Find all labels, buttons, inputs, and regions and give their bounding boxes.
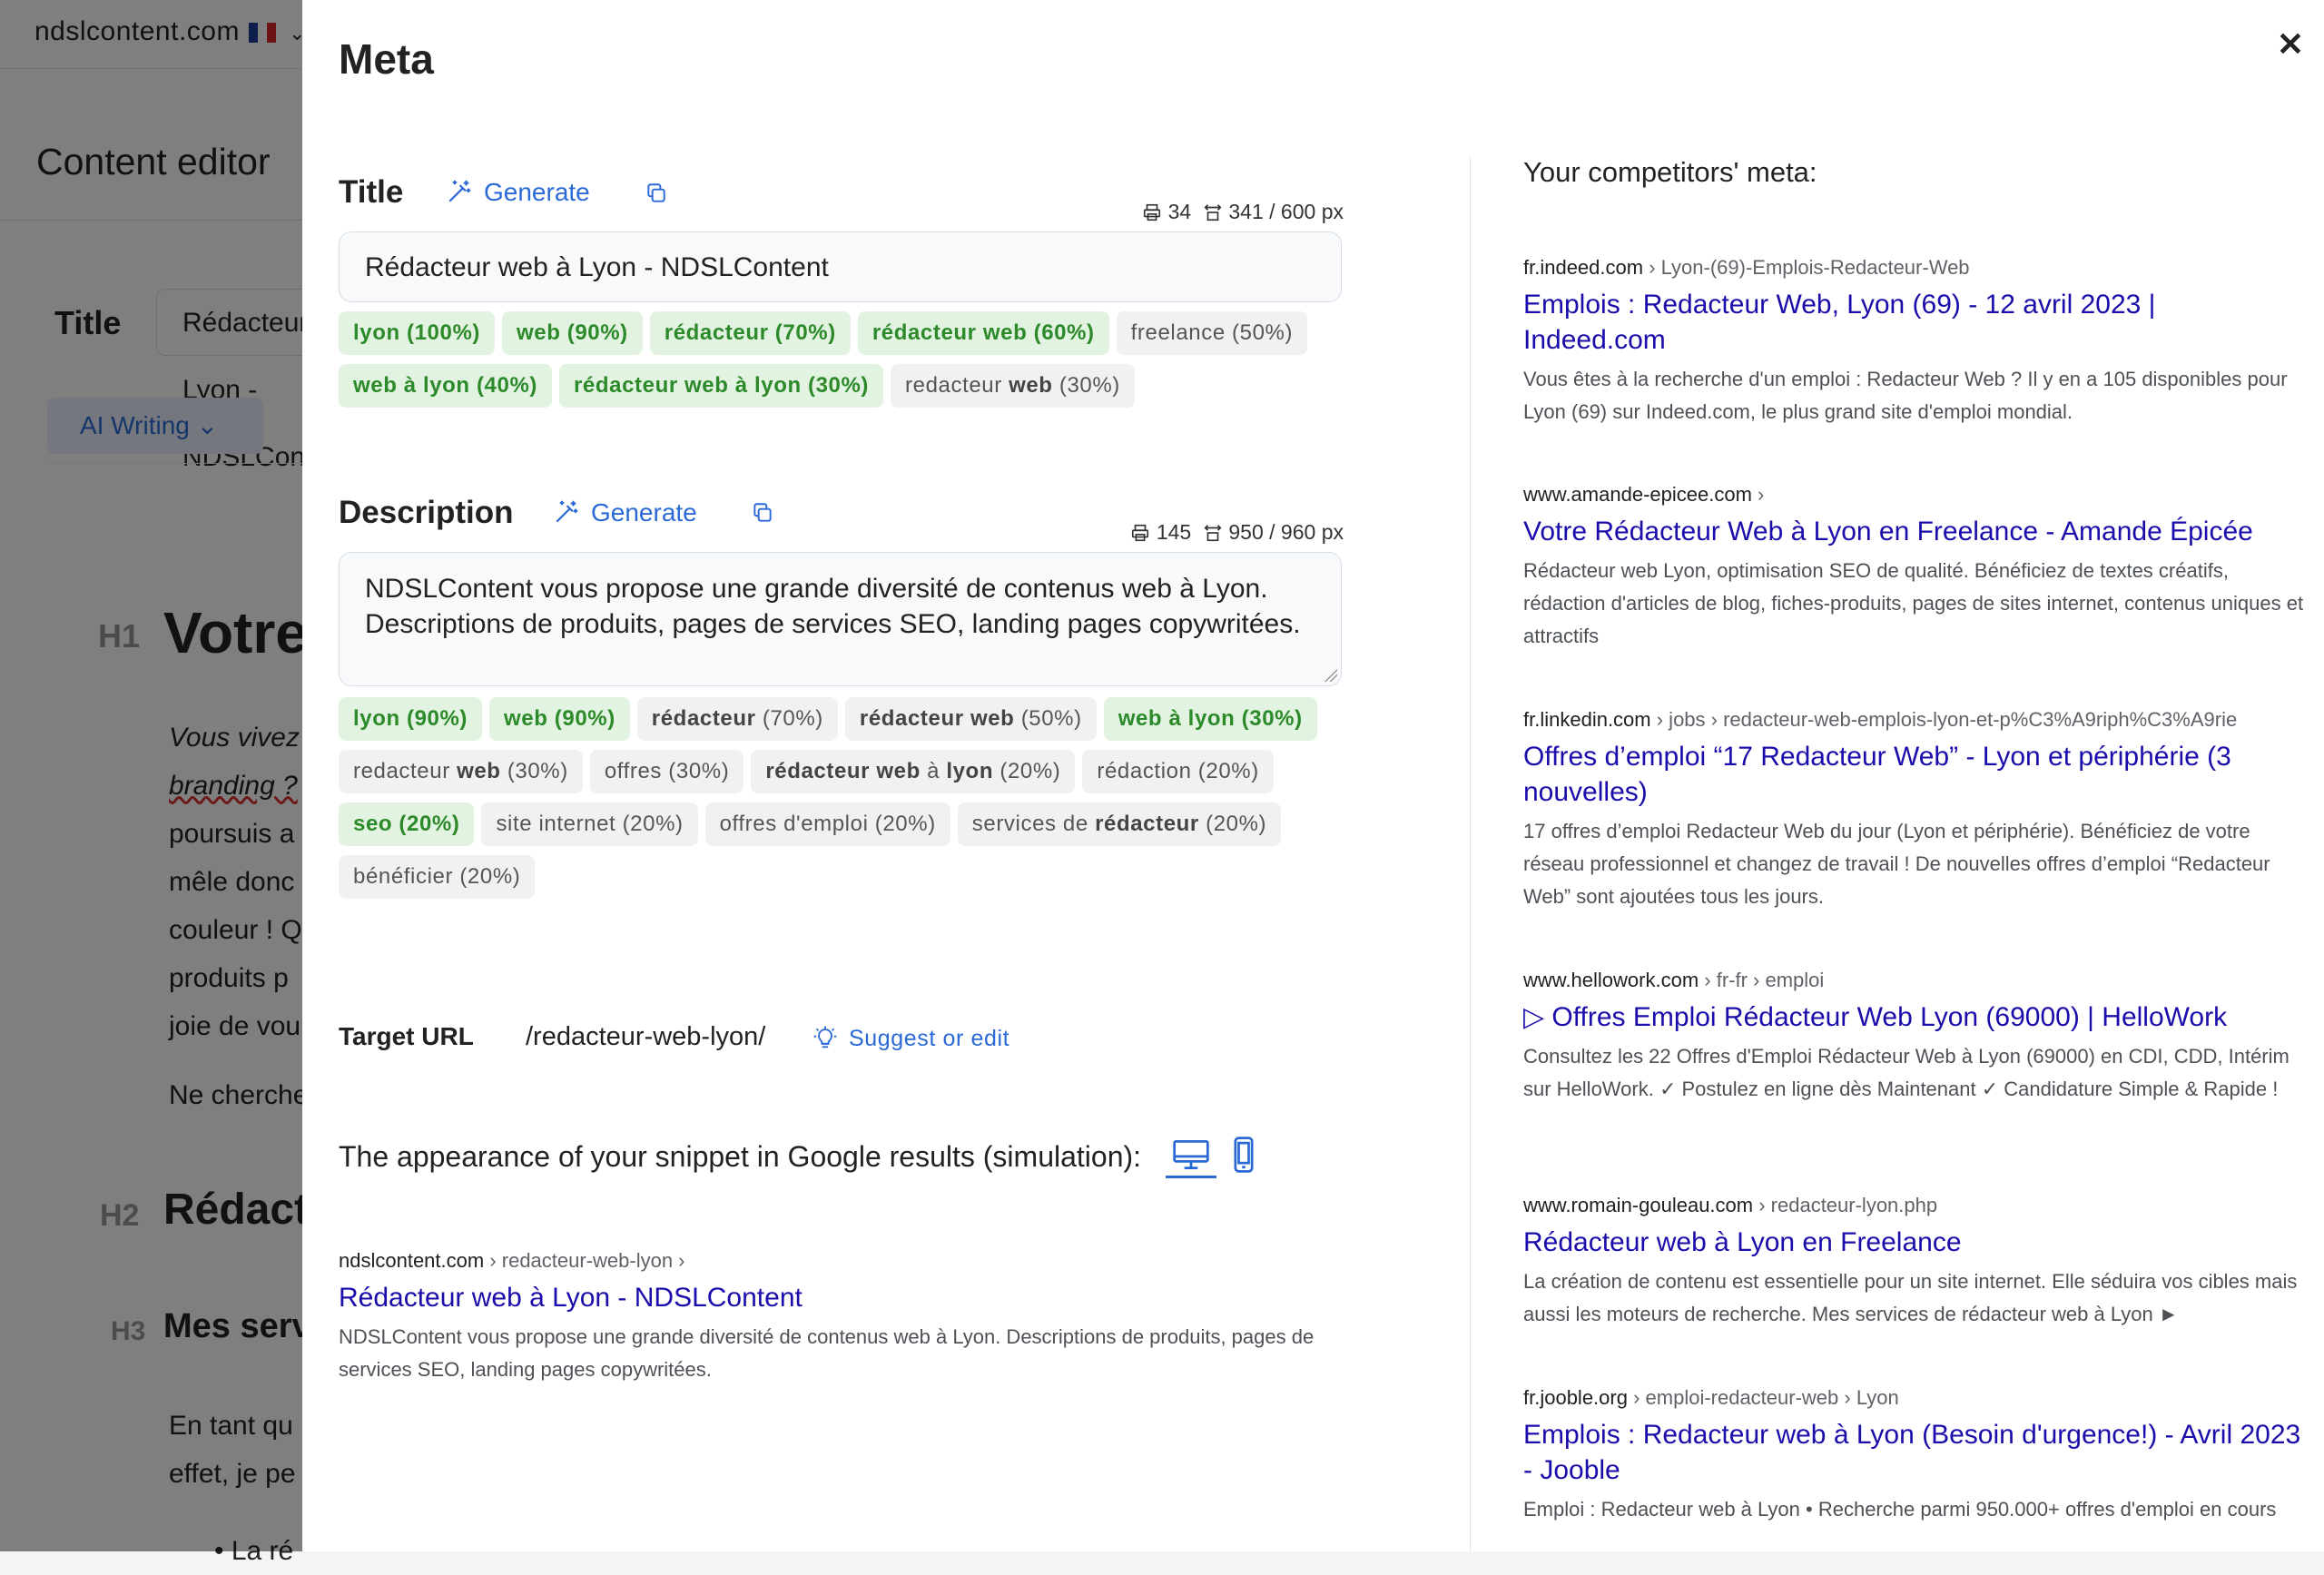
competitor-url: fr.jooble.org › emploi-redacteur-web › L… — [1523, 1386, 1899, 1409]
google-snippet-preview: ndslcontent.com › redacteur-web-lyon › R… — [339, 1247, 1364, 1386]
competitor-result: www.hellowork.com › fr-fr › emploi ▷ Off… — [1523, 967, 2304, 1106]
title-counter: 34 341 / 600 px — [1142, 200, 1344, 224]
lightbulb-icon — [813, 1026, 837, 1048]
magic-wand-icon — [448, 180, 471, 202]
keyword-tag: redacteur web (30%) — [339, 750, 583, 793]
keyword-tag: offres d'emploi (20%) — [704, 802, 950, 846]
suggest-or-edit-button[interactable]: Suggest or edit — [812, 1026, 1009, 1052]
competitor-result: www.romain-gouleau.com › redacteur-lyon.… — [1523, 1192, 2304, 1331]
copy-icon[interactable] — [645, 182, 668, 205]
keyword-tag: web (90%) — [489, 697, 630, 741]
keyword-tag: rédaction (20%) — [1082, 750, 1274, 793]
snippet-description: NDSLContent vous propose une grande dive… — [339, 1325, 1315, 1381]
competitor-result: fr.indeed.com › Lyon-(69)-Emplois-Redact… — [1523, 254, 2304, 428]
keyword-tag: services de rédacteur (20%) — [957, 802, 1282, 846]
competitor-title[interactable]: Votre Rédacteur Web à Lyon en Freelance … — [1523, 514, 2304, 549]
printer-icon — [1144, 203, 1161, 221]
generate-label: Generate — [484, 178, 590, 206]
competitor-title[interactable]: Rédacteur web à Lyon en Freelance — [1523, 1225, 2304, 1260]
keyword-tag: bénéficier (20%) — [339, 855, 536, 899]
keyword-tag: offres (30%) — [589, 750, 744, 793]
width-icon — [1204, 525, 1222, 542]
competitor-description: Consultez les 22 Offres d'Emploi Rédacte… — [1523, 1045, 2290, 1100]
meta-editor-column: Title Generate 34 341 / 600 px Rédacteur… — [302, 0, 1355, 1551]
selected-device-indicator — [1166, 1176, 1216, 1178]
keyword-tag: rédacteur web à lyon (30%) — [558, 364, 884, 408]
char-count: 145 — [1156, 520, 1192, 544]
competitor-description: 17 offres d’emploi Redacteur Web du jour… — [1523, 820, 2270, 908]
keyword-tag: redacteur web (30%) — [891, 364, 1135, 408]
keyword-tag: rédacteur (70%) — [636, 697, 838, 741]
desktop-icon[interactable] — [1171, 1135, 1211, 1175]
meta-modal: Meta ✕ Title Generate 34 341 / 600 px Ré… — [302, 0, 2324, 1551]
description-counter: 145 950 / 960 px — [1130, 520, 1344, 545]
width-icon — [1204, 204, 1222, 221]
generate-title-button[interactable]: Generate — [446, 178, 590, 207]
competitor-url: www.romain-gouleau.com › redacteur-lyon.… — [1523, 1194, 1938, 1216]
competitor-title[interactable]: ▷ Offres Emploi Rédacteur Web Lyon (6900… — [1523, 999, 2304, 1035]
competitor-url: www.hellowork.com › fr-fr › emploi — [1523, 969, 1825, 991]
keyword-tag: web à lyon (40%) — [339, 364, 552, 408]
suggest-label: Suggest or edit — [849, 1026, 1010, 1051]
keyword-tag: freelance (50%) — [1116, 311, 1308, 355]
description-keyword-tags: lyon (90%) web (90%) rédacteur (70%) réd… — [339, 697, 1355, 899]
keyword-tag: rédacteur web à lyon (20%) — [751, 750, 1076, 793]
generate-label: Generate — [591, 498, 697, 527]
competitor-url: www.amande-epicee.com › — [1523, 483, 1765, 506]
competitor-title[interactable]: Offres d’emploi “17 Redacteur Web” - Lyo… — [1523, 739, 2304, 810]
competitors-heading: Your competitors' meta: — [1523, 156, 1817, 188]
title-section-label: Title — [339, 174, 404, 210]
competitor-result: fr.jooble.org › emploi-redacteur-web › L… — [1523, 1384, 2304, 1526]
keyword-tag: rédacteur (70%) — [649, 311, 851, 355]
px-count: 950 / 960 px — [1228, 520, 1344, 544]
snippet-url: ndslcontent.com › redacteur-web-lyon › — [339, 1249, 685, 1272]
keyword-tag: rédacteur web (50%) — [844, 697, 1097, 741]
competitor-url: fr.linkedin.com › jobs › redacteur-web-e… — [1523, 708, 2238, 731]
competitor-description: La création de contenu est essentielle p… — [1523, 1270, 2298, 1325]
target-url-value: /redacteur-web-lyon/ — [526, 1022, 766, 1051]
close-icon[interactable]: ✕ — [2277, 25, 2304, 64]
competitor-title[interactable]: Emplois : Redacteur Web, Lyon (69) - 12 … — [1523, 287, 2304, 358]
description-text: NDSLContent vous propose une grande dive… — [365, 574, 1301, 639]
resize-handle-icon[interactable] — [1323, 667, 1337, 682]
description-section-label: Description — [339, 495, 514, 530]
competitor-description: Rédacteur web Lyon, optimisation SEO de … — [1523, 559, 2304, 647]
copy-icon[interactable] — [751, 501, 774, 525]
px-count: 341 / 600 px — [1228, 200, 1344, 223]
competitor-description: Emploi : Redacteur web à Lyon • Recherch… — [1523, 1498, 2277, 1521]
keyword-tag: lyon (90%) — [339, 697, 483, 741]
keyword-tag: web (90%) — [501, 311, 643, 355]
keyword-tag: rédacteur web (60%) — [857, 311, 1109, 355]
competitor-result: www.amande-epicee.com › Votre Rédacteur … — [1523, 481, 2304, 653]
competitor-title[interactable]: Emplois : Redacteur web à Lyon (Besoin d… — [1523, 1417, 2304, 1488]
mobile-icon[interactable] — [1224, 1135, 1264, 1175]
title-keyword-tags: lyon (100%) web (90%) rédacteur (70%) ré… — [339, 311, 1355, 408]
keyword-tag: site internet (20%) — [481, 802, 698, 846]
competitor-url: fr.indeed.com › Lyon-(69)-Emplois-Redact… — [1523, 256, 1970, 279]
competitor-result: fr.linkedin.com › jobs › redacteur-web-e… — [1523, 706, 2304, 913]
target-url-label: Target URL — [339, 1022, 474, 1050]
char-count: 34 — [1167, 200, 1192, 223]
keyword-tag: web à lyon (30%) — [1103, 697, 1317, 741]
snippet-title[interactable]: Rédacteur web à Lyon - NDSLContent — [339, 1280, 1364, 1315]
magic-wand-icon — [556, 500, 578, 523]
generate-description-button[interactable]: Generate — [553, 498, 697, 527]
description-field[interactable]: NDSLContent vous propose une grande dive… — [339, 552, 1342, 686]
printer-icon — [1132, 524, 1149, 542]
competitor-description: Vous êtes à la recherche d'un emploi : R… — [1523, 368, 2288, 423]
keyword-tag: lyon (100%) — [339, 311, 495, 355]
title-field[interactable]: Rédacteur web à Lyon - NDSLContent — [339, 231, 1342, 302]
column-divider — [1470, 156, 1471, 1551]
keyword-tag: seo (20%) — [339, 802, 475, 846]
snippet-heading: The appearance of your snippet in Google… — [339, 1140, 1142, 1173]
